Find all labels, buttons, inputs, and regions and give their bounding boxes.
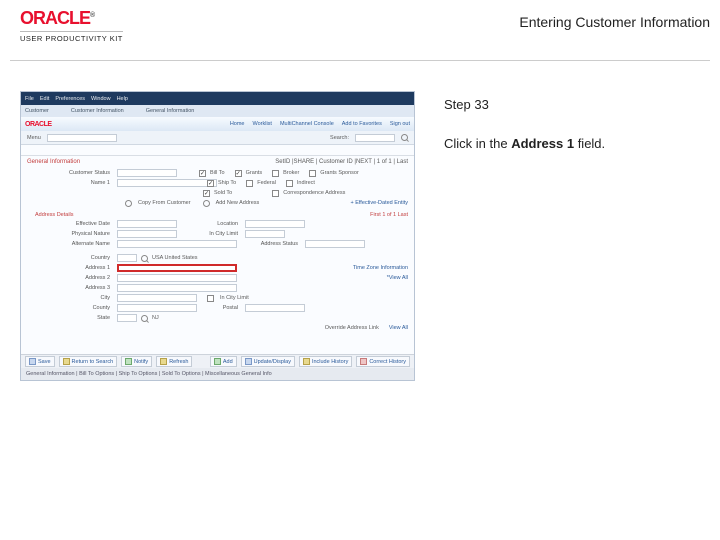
addr-section: Address Details [35,212,74,218]
link-effdate[interactable]: + Effective-Dated Entity [350,200,408,206]
app-crumb [21,145,414,156]
correct-icon [360,358,367,365]
update-button[interactable]: Update/Display [241,356,295,367]
postal-field[interactable] [245,304,305,312]
lookup-country-icon[interactable] [141,255,148,262]
step-label: Step 33 [444,97,668,112]
app-brandbar: ORACLE Home Worklist MultiChannel Consol… [21,117,414,131]
fld-location[interactable] [245,220,305,228]
search-icon[interactable] [401,134,408,141]
cb-broker[interactable] [272,170,279,177]
app-topmenu: File Edit Preferences Window Help [21,92,414,105]
cb-shipto[interactable] [207,180,214,187]
return-icon [63,358,70,365]
notify-button[interactable]: Notify [121,356,152,367]
cb-sponsor[interactable] [309,170,316,177]
correct-button[interactable]: Correct History [356,356,410,367]
fld-altname[interactable] [117,240,237,248]
app-screenshot: File Edit Preferences Window Help Custom… [20,91,415,381]
app-toolbar: Save Return to Search Notify Refresh Add… [21,354,414,368]
save-button[interactable]: Save [25,356,55,367]
radio-new[interactable] [203,200,210,207]
override-label: Override Address Link [325,325,379,331]
state-field[interactable] [117,314,137,322]
cb-corr[interactable] [272,190,279,197]
lbl-name1: Name 1 [35,180,113,186]
cb-billto[interactable] [199,170,206,177]
address3-field[interactable] [117,284,237,292]
fld-incity[interactable] [245,230,285,238]
lbl-address1: Address 1 [35,265,113,271]
page-title: Entering Customer Information [519,8,710,30]
cb-federal[interactable] [246,180,253,187]
update-icon [245,358,252,365]
fld-physnat[interactable] [117,230,177,238]
app-subcrumb: Customer Customer Information General In… [21,105,414,117]
add-button[interactable]: Add [210,356,237,367]
fld-cust-status[interactable] [117,169,177,177]
return-button[interactable]: Return to Search [59,356,118,367]
upk-label: USER PRODUCTIVITY KIT [20,31,123,43]
addr-pager: First 1 of 1 Last [370,212,408,218]
history-button[interactable]: Include History [299,356,352,367]
notify-icon [125,358,132,365]
link-timezone[interactable]: Time Zone Information [353,265,408,271]
city-field[interactable] [117,294,197,302]
save-icon [29,358,36,365]
instruction-text: Click in the Address 1 field. [444,136,668,151]
search-input[interactable] [355,134,395,142]
cb-grants[interactable] [235,170,242,177]
fld-effdate[interactable] [117,220,177,228]
section-title: General Information [27,159,80,165]
history-icon [303,358,310,365]
section-meta: SetID |SHARE | Customer ID |NEXT | 1 of … [275,159,408,165]
cb-indirect[interactable] [286,180,293,187]
link-viewall[interactable]: *View All [387,275,408,281]
refresh-button[interactable]: Refresh [156,356,192,367]
fld-country[interactable] [117,254,137,262]
address2-field[interactable] [117,274,237,282]
refresh-icon [160,358,167,365]
menu-input[interactable] [47,134,117,142]
lbl-cust-status: Customer Status [35,170,113,176]
cb-citylimit[interactable] [207,295,214,302]
address1-field[interactable] [117,264,237,272]
cb-soldto[interactable] [203,190,210,197]
radio-copy[interactable] [125,200,132,207]
oracle-mini-logo: ORACLE [25,121,52,128]
header-links: Home Worklist MultiChannel Console Add t… [230,121,410,127]
fld-name1[interactable] [117,179,217,187]
app-statusbar: General Information | Bill To Options | … [21,368,414,380]
override-viewall[interactable]: View All [389,325,408,331]
add-icon [214,358,221,365]
app-searchbar: Menu Search: [21,131,414,145]
fld-addrstat[interactable] [305,240,365,248]
oracle-logo: ORACLE® [20,8,123,29]
lookup-state-icon[interactable] [141,315,148,322]
county-field[interactable] [117,304,197,312]
